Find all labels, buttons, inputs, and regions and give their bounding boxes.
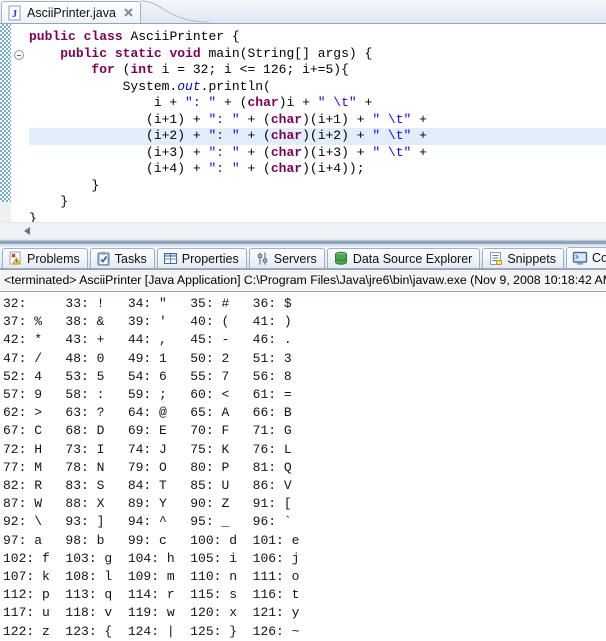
code-line: for (int i = 32; i <= 126; i+=5){ xyxy=(29,62,606,79)
console-line: 72: H 73: I 74: J 75: K 76: L xyxy=(3,441,606,459)
console-status-text: <terminated> AsciiPrinter [Java Applicat… xyxy=(4,273,606,287)
view-tab-bar: Problems Tasks Properties Servers Data Sourc… xyxy=(0,247,606,269)
code-line: } xyxy=(29,211,606,223)
console-line: 107: k 108: l 109: m 110: n 111: o xyxy=(3,568,606,586)
view-tab-label: Servers xyxy=(274,252,317,266)
console-icon xyxy=(572,251,588,266)
code-editor[interactable]: public class AsciiPrinter { public stati… xyxy=(29,24,606,222)
servers-icon xyxy=(255,251,270,266)
left-checker-pattern xyxy=(0,24,11,202)
editor-tab-bar: J AsciiPrinter.java xyxy=(0,0,606,24)
console-line: 112: p 113: q 114: r 115: s 116: t xyxy=(3,586,606,604)
view-tab-label: Problems xyxy=(27,252,80,266)
console-line: 122: z 123: { 124: | 125: } 126: ~ xyxy=(3,623,606,641)
view-tab-data-source-explorer[interactable]: Data Source Explorer xyxy=(327,248,481,268)
console-line: 52: 4 53: 5 54: 6 55: 7 56: 8 xyxy=(3,368,606,386)
console-line: 67: C 68: D 69: E 70: F 71: G xyxy=(3,422,606,440)
view-tab-label: Properties xyxy=(182,252,239,266)
code-line: System.out.println( xyxy=(29,79,606,96)
problems-icon xyxy=(8,251,23,266)
view-tab-snippets[interactable]: Snippets xyxy=(482,248,564,268)
code-editor-area: public class AsciiPrinter { public stati… xyxy=(0,24,606,222)
code-line: } xyxy=(29,178,606,195)
left-border-column xyxy=(0,24,11,222)
console-line: 117: u 118: v 119: w 120: x 121: y xyxy=(3,604,606,622)
view-tab-tasks[interactable]: Tasks xyxy=(90,248,155,268)
console-line: 92: \ 93: ] 94: ^ 95: _ 96: ` xyxy=(3,513,606,531)
properties-icon xyxy=(163,251,178,266)
tasks-icon xyxy=(96,251,111,266)
code-line: (i+3) + ": " + (char)(i+3) + " \t" + xyxy=(29,145,606,162)
code-line: } xyxy=(29,194,606,211)
view-tab-label: Snippets xyxy=(507,252,556,266)
collapse-minus-icon[interactable] xyxy=(14,50,24,60)
code-line: i + ": " + (char)i + " \t" + xyxy=(29,95,606,112)
snippets-icon xyxy=(488,251,503,266)
sash-divider[interactable] xyxy=(0,239,606,247)
code-line: public class AsciiPrinter { xyxy=(29,29,606,46)
close-icon[interactable] xyxy=(123,7,134,18)
eclipse-window: J AsciiPrinter.java public class AsciiPr… xyxy=(0,0,606,641)
code-line: (i+1) + ": " + (char)(i+1) + " \t" + xyxy=(29,112,606,129)
console-line: 62: > 63: ? 64: @ 65: A 66: B xyxy=(3,404,606,422)
data-source-explorer-icon xyxy=(333,251,349,266)
view-tab-label: Console xyxy=(592,251,606,265)
view-tab-servers[interactable]: Servers xyxy=(249,248,325,268)
code-line: (i+4) + ": " + (char)(i+4)); xyxy=(29,161,606,178)
code-line: public static void main(String[] args) { xyxy=(29,46,606,63)
console-line: 57: 9 58: : 59: ; 60: < 61: = xyxy=(3,386,606,404)
editor-tab-asciiprinter[interactable]: J AsciiPrinter.java xyxy=(1,1,141,23)
annotation-ruler xyxy=(11,24,29,222)
console-line: 47: / 48: 0 49: 1 50: 2 51: 3 xyxy=(3,350,606,368)
code-line: (i+2) + ": " + (char)(i+2) + " \t" + xyxy=(29,128,606,145)
console-line: 102: f 103: g 104: h 105: i 106: j xyxy=(3,550,606,568)
console-line: 32: 33: ! 34: " 35: # 36: $ xyxy=(3,295,606,313)
console-status-line: <terminated> AsciiPrinter [Java Applicat… xyxy=(0,269,606,292)
svg-text:J: J xyxy=(12,8,18,20)
console-output[interactable]: 32: 33: ! 34: " 35: # 36: $37: % 38: & 3… xyxy=(0,292,606,641)
view-tab-problems[interactable]: Problems xyxy=(2,248,88,268)
scroll-left-arrow-icon[interactable] xyxy=(24,227,30,235)
editor-horizontal-scrollbar[interactable] xyxy=(0,222,606,239)
console-line: 77: M 78: N 79: O 80: P 81: Q xyxy=(3,459,606,477)
console-line: 42: * 43: + 44: , 45: - 46: . xyxy=(3,331,606,349)
java-file-icon: J xyxy=(7,5,22,21)
view-tab-label: Tasks xyxy=(115,252,147,266)
console-line: 82: R 83: S 84: T 85: U 86: V xyxy=(3,477,606,495)
console-line: 37: % 38: & 39: ' 40: ( 41: ) xyxy=(3,313,606,331)
tab-curve-decoration xyxy=(141,0,211,23)
editor-tab-label: AsciiPrinter.java xyxy=(27,6,116,20)
view-tab-label: Data Source Explorer xyxy=(353,252,473,266)
view-tab-console[interactable]: Console xyxy=(566,247,606,268)
view-tab-properties[interactable]: Properties xyxy=(157,248,247,268)
console-line: 87: W 88: X 89: Y 90: Z 91: [ xyxy=(3,495,606,513)
console-line: 97: a 98: b 99: c 100: d 101: e xyxy=(3,532,606,550)
